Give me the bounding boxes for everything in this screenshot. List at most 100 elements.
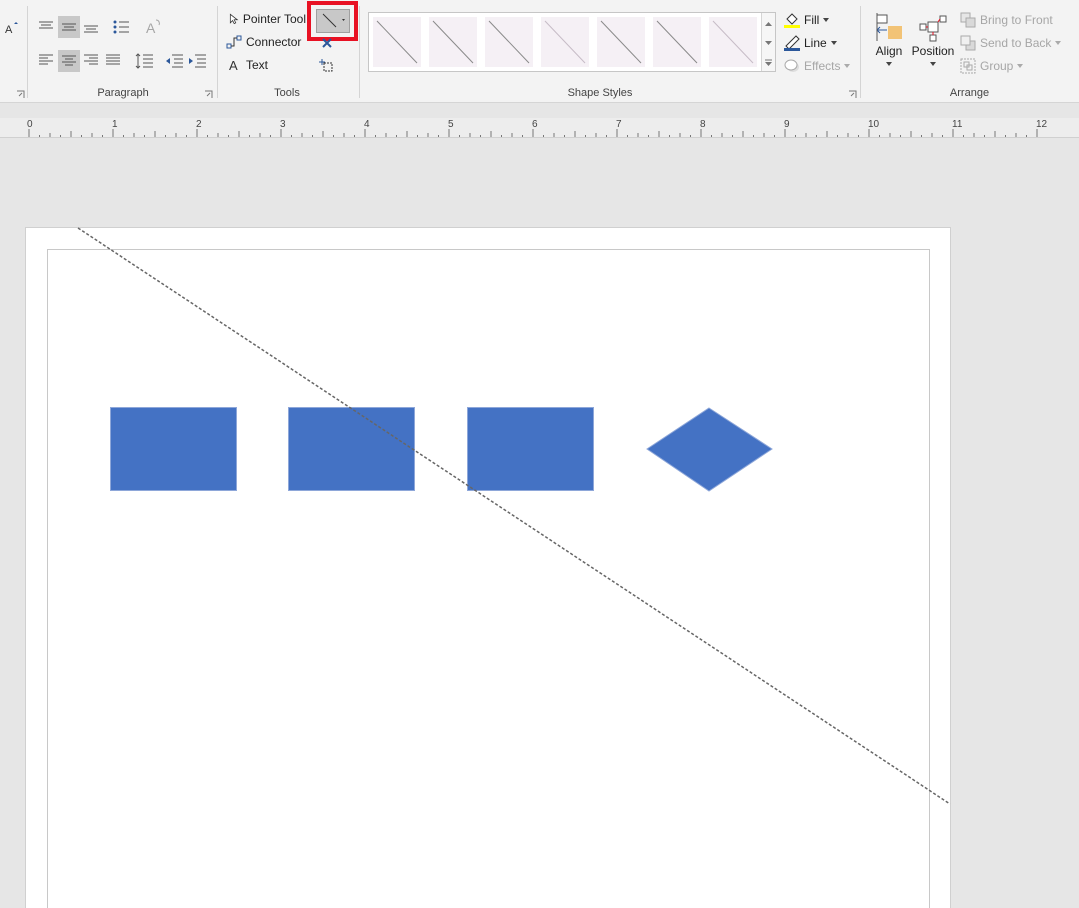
pointer-tool-button[interactable]: Pointer Tool: [228, 12, 306, 26]
line-tool-button[interactable]: [316, 9, 350, 33]
group-label-tools: Tools: [274, 87, 300, 99]
effects-icon: [784, 59, 799, 72]
chevron-down-icon: [823, 18, 830, 22]
pointer-icon: [229, 13, 239, 25]
justify-icon[interactable]: [103, 50, 123, 70]
send-to-back-icon: [960, 35, 976, 51]
drawing-canvas[interactable]: [0, 139, 1079, 908]
ruler-number: 9: [784, 119, 790, 130]
send-to-back-label: Send to Back: [980, 36, 1052, 50]
chevron-down-icon: [930, 62, 936, 66]
shape-styles-dialog-launcher-icon[interactable]: [848, 88, 857, 98]
decrease-indent-icon[interactable]: [163, 50, 185, 72]
align-center-icon[interactable]: [58, 50, 80, 72]
chevron-down-icon: [830, 41, 837, 45]
align-middle-icon[interactable]: [58, 16, 80, 38]
shape-style-swatch[interactable]: [485, 17, 533, 67]
align-bottom-icon[interactable]: [81, 18, 101, 38]
spacing-icon[interactable]: [133, 50, 155, 72]
ruler-number: 4: [364, 119, 370, 130]
shape-style-swatch[interactable]: [653, 17, 701, 67]
connector-label: Connector: [246, 35, 302, 49]
shape-style-swatch[interactable]: [597, 17, 645, 67]
group-label-shape-styles: Shape Styles: [567, 87, 633, 99]
text-direction-icon[interactable]: A: [142, 16, 164, 38]
ribbon: A A Paragraph Pointer Tool Connector A T…: [0, 0, 1079, 103]
align-top-icon[interactable]: [36, 16, 56, 36]
ruler-number: 3: [280, 119, 286, 130]
align-right-icon[interactable]: [81, 50, 101, 70]
group-label-paragraph: Paragraph: [97, 87, 149, 99]
align-icon: [876, 13, 902, 41]
position-icon: [919, 15, 947, 42]
fill-label: Fill: [804, 13, 820, 27]
align-left-icon[interactable]: [36, 50, 56, 70]
text-tool-label: Text: [246, 58, 269, 72]
gallery-scroll-down-icon[interactable]: [761, 33, 775, 53]
group-label-arrange: Arrange: [949, 87, 990, 99]
font-color-icon[interactable]: A: [2, 18, 18, 38]
line-button[interactable]: Line: [784, 35, 837, 51]
gallery-scroll-up-icon[interactable]: [761, 13, 775, 33]
svg-text:A: A: [229, 58, 238, 72]
ruler-number: 7: [616, 119, 622, 130]
send-to-back-button[interactable]: Send to Back: [960, 35, 1062, 51]
position-label: Position: [911, 44, 955, 58]
ruler-number: 12: [1036, 119, 1048, 130]
connector-button[interactable]: Connector: [226, 35, 301, 49]
separator: [217, 6, 218, 98]
ruler-number: 11: [952, 119, 963, 130]
shape-style-swatch[interactable]: [429, 17, 477, 67]
separator: [27, 6, 28, 98]
chevron-down-icon: [1055, 41, 1062, 45]
connector-icon: [226, 35, 242, 49]
shape-style-swatch[interactable]: [541, 17, 589, 67]
connection-point-icon[interactable]: [317, 57, 337, 75]
chevron-down-icon: [1017, 64, 1024, 68]
shape-styles-gallery: [368, 12, 776, 72]
chevron-down-icon: [886, 62, 892, 66]
align-label: Align: [875, 44, 903, 58]
close-icon[interactable]: [318, 35, 336, 51]
group-label: Group: [980, 59, 1014, 73]
dashed-line-guide: [77, 227, 951, 805]
paragraph-dialog-launcher-icon[interactable]: [204, 88, 213, 98]
chevron-down-icon: [844, 64, 851, 68]
ruler-number: 0: [27, 119, 33, 130]
ruler-number: 5: [448, 119, 454, 130]
line-tool-icon: [322, 13, 345, 28]
text-tool-icon: A: [229, 58, 238, 72]
ruler-number: 10: [868, 119, 880, 130]
pointer-tool-label: Pointer Tool: [242, 12, 306, 26]
increase-indent-icon[interactable]: [186, 50, 208, 72]
font-dialog-launcher-icon[interactable]: [16, 88, 25, 98]
gallery-expand-icon[interactable]: [761, 53, 775, 71]
svg-text:A: A: [5, 24, 13, 36]
ruler-number: 6: [532, 119, 538, 130]
align-button[interactable]: Align: [872, 12, 906, 66]
bring-to-front-label: Bring to Front: [980, 13, 1053, 27]
text-tool-button[interactable]: A Text: [228, 58, 268, 72]
shape-style-swatch[interactable]: [373, 17, 421, 67]
ruler-number: 2: [196, 119, 202, 130]
separator: [359, 6, 360, 98]
horizontal-ruler: 0 1 2 3 4 5 6 7 8 9 10 11 12: [0, 118, 1079, 138]
fill-icon: [784, 13, 800, 28]
ruler-number: 1: [112, 119, 118, 130]
group-icon: [960, 58, 976, 74]
ruler-ticks: [28, 129, 1038, 137]
effects-label: Effects: [804, 59, 841, 73]
effects-button[interactable]: Effects: [784, 58, 851, 74]
position-button[interactable]: Position: [910, 12, 956, 66]
bullets-icon[interactable]: [110, 16, 132, 38]
line-label: Line: [804, 36, 827, 50]
bring-to-front-icon: [960, 12, 976, 28]
bring-to-front-button[interactable]: Bring to Front: [960, 12, 1053, 28]
fill-button[interactable]: Fill: [784, 12, 830, 28]
shape-style-swatch[interactable]: [709, 17, 757, 67]
svg-text:A: A: [146, 20, 156, 36]
line-color-icon: [784, 35, 800, 51]
ruler-number: 8: [700, 119, 706, 130]
group-button[interactable]: Group: [960, 58, 1024, 74]
separator: [860, 6, 861, 98]
